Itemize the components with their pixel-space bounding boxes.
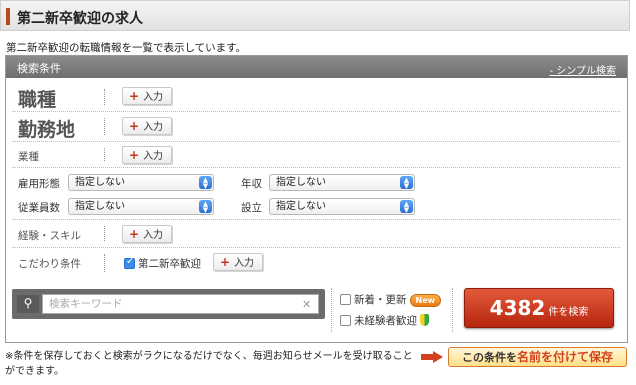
result-count: 4382 bbox=[489, 296, 546, 320]
employee-count-label: 従業員数 bbox=[18, 202, 60, 214]
plus-icon: + bbox=[129, 227, 140, 241]
save-note: ※条件を保存しておくと検索がラクになるだけでなく、毎週お知らせメールを受け取るこ… bbox=[5, 351, 413, 377]
location-add-button[interactable]: + 入力 bbox=[122, 117, 173, 135]
select-arrows-icon: ▲ ▼ bbox=[400, 176, 413, 190]
industry-row: 業種 + 入力 bbox=[12, 142, 620, 168]
row-divider bbox=[104, 226, 105, 241]
simple-search-link[interactable]: - シンプル検索 bbox=[550, 62, 617, 77]
row-divider bbox=[104, 254, 105, 272]
header-accent-bar bbox=[6, 8, 10, 25]
search-panel-header: 検索条件 - シンプル検索 bbox=[6, 56, 627, 78]
founded-select[interactable]: 指定しない ▲ ▼ bbox=[269, 198, 415, 215]
page-title: 第二新卒歓迎の求人 bbox=[17, 11, 143, 27]
new-badge: New bbox=[409, 294, 442, 307]
page-header: 第二新卒歓迎の求人 bbox=[0, 0, 630, 31]
occupation-label: 職種 bbox=[18, 89, 57, 111]
search-icon[interactable]: ⚲ bbox=[17, 295, 39, 313]
search-panel-title: 検索条件 bbox=[17, 62, 61, 75]
founded-label: 設立 bbox=[241, 202, 262, 214]
plus-icon: + bbox=[129, 148, 140, 162]
search-panel: 検索条件 - シンプル検索 職種 + 入力 勤務地 + 入力 業種 + 入力 雇用形態… bbox=[5, 55, 628, 343]
experience-row: 経験・スキル + 入力 bbox=[12, 220, 620, 248]
submit-divider bbox=[452, 288, 453, 332]
location-row: 勤務地 + 入力 bbox=[12, 112, 620, 142]
annual-income-label: 年収 bbox=[241, 178, 262, 190]
arrow-right-icon bbox=[421, 351, 443, 363]
inexperienced-checkbox[interactable]: 未経験者歓迎 bbox=[340, 313, 429, 328]
keyword-input[interactable] bbox=[42, 294, 319, 314]
checkbox-checked-icon bbox=[124, 256, 135, 269]
row-divider bbox=[104, 118, 105, 135]
select-arrows-icon: ▲ ▼ bbox=[199, 200, 212, 214]
page-description: 第二新卒歓迎の転職情報を一覧で表示しています。 bbox=[6, 42, 247, 54]
experience-label: 経験・スキル bbox=[18, 230, 81, 242]
new-arrivals-checkbox[interactable]: 新着・更新 New bbox=[340, 292, 442, 307]
clear-icon[interactable]: ✕ bbox=[302, 298, 311, 311]
preferences-label: こだわり条件 bbox=[18, 258, 81, 270]
row-divider bbox=[104, 89, 105, 105]
select-arrows-icon: ▲ ▼ bbox=[199, 176, 212, 190]
select-arrows-icon: ▲ ▼ bbox=[400, 200, 413, 214]
keyword-search-bar: ⚲ ✕ bbox=[12, 289, 325, 319]
industry-label: 業種 bbox=[18, 151, 39, 163]
industry-add-button[interactable]: + 入力 bbox=[122, 146, 173, 164]
beginner-leaf-icon bbox=[420, 314, 429, 326]
preferences-add-button[interactable]: + 入力 bbox=[213, 253, 264, 271]
plus-icon: + bbox=[129, 89, 140, 103]
experience-add-button[interactable]: + 入力 bbox=[122, 225, 173, 243]
save-conditions-button[interactable]: この条件を名前を付けて保存 bbox=[448, 347, 627, 367]
second-new-grad-checkbox[interactable]: 第二新卒歓迎 bbox=[124, 256, 201, 271]
row-divider bbox=[104, 148, 105, 161]
employment-type-select[interactable]: 指定しない ▲ ▼ bbox=[68, 174, 214, 191]
occupation-row: 職種 + 入力 bbox=[12, 83, 620, 112]
attributes-row: 雇用形態 指定しない ▲ ▼ 年収 指定しない ▲ ▼ 従業員数 指定しない ▲ ▼ … bbox=[12, 168, 620, 220]
checkbox-icon bbox=[340, 294, 351, 305]
plus-icon: + bbox=[129, 119, 140, 133]
checkbox-icon bbox=[340, 315, 351, 326]
plus-icon: + bbox=[220, 255, 231, 269]
employee-count-select[interactable]: 指定しない ▲ ▼ bbox=[68, 198, 214, 215]
search-button-label: 件を検索 bbox=[548, 307, 589, 318]
employment-type-label: 雇用形態 bbox=[18, 178, 60, 190]
annual-income-select[interactable]: 指定しない ▲ ▼ bbox=[269, 174, 415, 191]
options-divider bbox=[331, 288, 332, 332]
location-label: 勤務地 bbox=[18, 119, 76, 141]
search-submit-button[interactable]: 4382 件を検索 bbox=[464, 288, 614, 328]
preferences-row: こだわり条件 第二新卒歓迎 +入力 bbox=[12, 248, 620, 278]
occupation-add-button[interactable]: + 入力 bbox=[122, 87, 173, 105]
